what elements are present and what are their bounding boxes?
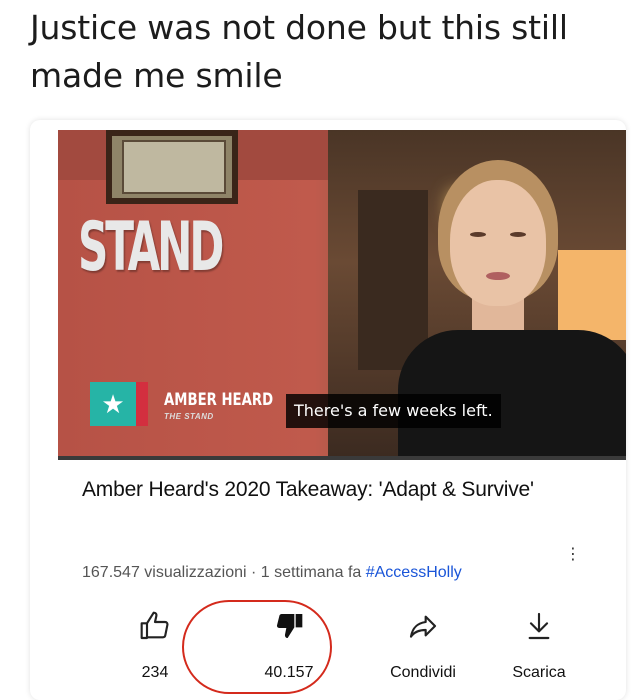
share-arrow-icon [409,615,437,638]
speaker-org: THE STAND [164,412,214,421]
stand-logo: STAND [78,208,224,287]
share-button[interactable]: Condividi [368,610,478,682]
download-arrow-icon [528,612,550,640]
video-title: Amber Heard's 2020 Takeaway: 'Adapt & Su… [82,478,534,501]
star-icon: ★ [90,382,136,426]
lower-third-banner: ★ AMBER HEARD THE STAND There's a few we… [90,378,576,436]
action-bar: 234 40.157 Condividi Scarica [60,598,626,698]
download-label: Scarica [512,664,566,681]
closed-caption: There's a few weeks left. [286,394,501,428]
upload-age: 1 settimana fa [260,564,362,581]
thumbs-up-outline-icon [140,611,169,640]
video-progress-bar[interactable] [58,456,626,460]
video-meta: 167.547 visualizzazioni · 1 settimana fa… [82,564,622,582]
view-count: 167.547 visualizzazioni [82,564,247,581]
dislike-highlight-circle [182,600,332,694]
wall-picture-frame [106,130,238,204]
post-caption: Justice was not done but this still made… [30,8,568,95]
meta-separator: · [251,564,257,581]
lower-third-accent [136,382,148,426]
share-label: Condividi [390,664,456,681]
download-button[interactable]: Scarica [484,610,594,682]
youtube-screenshot-card: STAND ★ AMBER HEARD THE STAND There's a … [30,120,626,700]
more-vertical-icon[interactable]: ⋮ [565,544,581,564]
hashtag-link[interactable]: #AccessHolly [366,564,462,581]
speaker-name: AMBER HEARD [164,390,274,410]
video-player[interactable]: STAND ★ AMBER HEARD THE STAND There's a … [58,130,626,460]
